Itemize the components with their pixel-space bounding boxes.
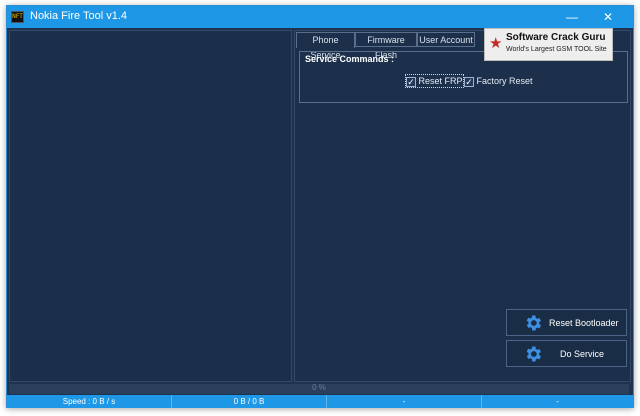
tab-phone-service[interactable]: Phone Service (296, 32, 355, 60)
app-window: NFT Nokia Fire Tool v1.4 — ✕ Phone Servi… (6, 5, 634, 408)
do-service-label: Do Service (560, 349, 605, 359)
do-service-button[interactable]: Do Service (506, 340, 627, 367)
reset-frp-checkbox[interactable]: ✓ Reset FRP (405, 74, 464, 88)
title-bar[interactable]: NFT Nokia Fire Tool v1.4 — ✕ (7, 6, 633, 28)
watermark-title: Software Crack Guru (506, 32, 606, 43)
factory-reset-checkbox[interactable]: ✓ Factory Reset (464, 75, 533, 87)
watermark-banner: ★ Software Crack Guru World's Largest GS… (484, 28, 613, 61)
service-commands-label: Service Commands : (305, 54, 395, 64)
reset-bootloader-label: Reset Bootloader (549, 318, 619, 328)
close-button[interactable]: ✕ (595, 8, 621, 26)
status-field-3: - (327, 395, 482, 408)
tab-user-account[interactable]: User Account (417, 32, 475, 47)
app-icon: NFT (11, 11, 24, 23)
checkbox-check-icon: ✓ (406, 76, 416, 87)
factory-reset-label: Factory Reset (476, 76, 533, 86)
star-icon: ★ (489, 35, 503, 52)
watermark-subtitle: World's Largest GSM TOOL Site (506, 46, 607, 53)
status-field-4: - (556, 397, 559, 406)
status-bar: Speed : 0 B / s 0 B / 0 B - - (7, 395, 633, 408)
checkbox-check-icon: ✓ (464, 76, 474, 87)
reset-bootloader-button[interactable]: Reset Bootloader (506, 309, 627, 336)
reset-frp-label: Reset FRP (418, 76, 463, 86)
gear-icon (526, 346, 541, 362)
minimize-button[interactable]: — (559, 8, 585, 26)
log-panel[interactable] (9, 30, 292, 382)
status-speed: Speed : 0 B / s (7, 395, 172, 408)
window-title: Nokia Fire Tool v1.4 (30, 10, 128, 22)
progress-bar: 0 % (9, 383, 629, 394)
status-transferred: 0 B / 0 B (172, 395, 327, 408)
tab-firmware-flash[interactable]: Firmware Flash (355, 32, 417, 60)
progress-text: 0 % (312, 383, 326, 392)
gear-icon (526, 315, 541, 331)
